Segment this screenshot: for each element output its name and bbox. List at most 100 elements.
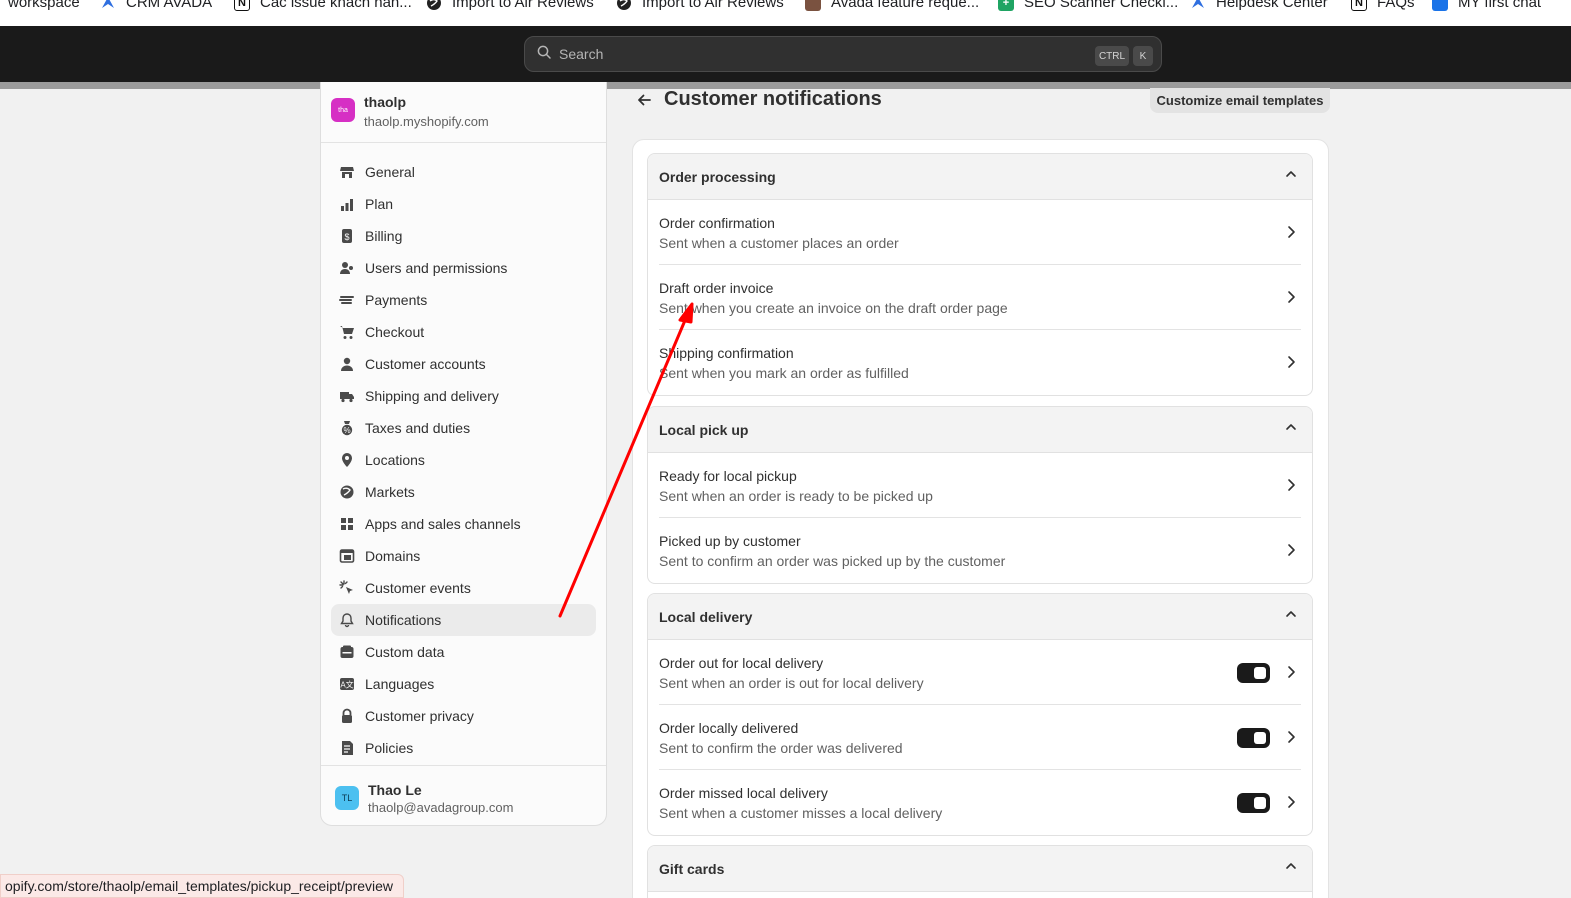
store-switcher[interactable]: tha thaolp thaolp.myshopify.com <box>331 94 489 129</box>
nav-item-notifications[interactable]: Notifications <box>331 604 596 636</box>
notification-row[interactable]: Order locally delivered Sent to confirm … <box>659 705 1301 770</box>
nav-item-label: Custom data <box>365 644 445 660</box>
chevron-up-icon[interactable] <box>1284 420 1298 439</box>
nav-item-label: Customer privacy <box>365 708 474 724</box>
notification-row[interactable]: Order out for local delivery Sent when a… <box>659 640 1301 705</box>
nav-item-label: Locations <box>365 452 425 468</box>
customize-email-templates-button[interactable]: Customize email templates <box>1150 88 1330 113</box>
nav-item-label: Checkout <box>365 324 425 340</box>
bookmark-notion-issues[interactable]: N Các issue khách hàn... <box>234 0 412 11</box>
chevron-right-icon[interactable] <box>1283 794 1299 810</box>
nav-item-label: Languages <box>365 676 435 692</box>
bookmark-avada-feature-request[interactable]: Avada feature reque... <box>805 0 979 11</box>
bookmark-label: Import to Air Reviews <box>452 0 594 11</box>
notification-title: Order confirmation <box>659 215 775 231</box>
nav-item-taxes-and-duties[interactable]: % Taxes and duties <box>331 412 596 444</box>
notification-row[interactable]: Draft order invoice Sent when you create… <box>659 265 1301 330</box>
chevron-right-icon[interactable] <box>1283 224 1299 240</box>
section-header[interactable]: Local pick up <box>648 407 1312 453</box>
chevron-up-icon[interactable] <box>1284 167 1298 186</box>
nav-item-label: Billing <box>365 228 403 244</box>
nav-item-policies[interactable]: Policies <box>331 732 596 764</box>
nav-item-users-and-permissions[interactable]: Users and permissions <box>331 252 596 284</box>
chevron-right-icon[interactable] <box>1283 729 1299 745</box>
globe-icon <box>339 484 355 500</box>
bookmark-crm-avada[interactable]: CRM AVADA <box>100 0 212 11</box>
nav-item-languages[interactable]: A文 Languages <box>331 668 596 700</box>
notification-row[interactable]: Ready for local pickup Sent when an orde… <box>659 453 1301 518</box>
notion-icon: N <box>234 0 250 11</box>
section-header[interactable]: Local delivery <box>648 594 1312 640</box>
notification-description: Sent to confirm the order was delivered <box>659 740 903 756</box>
notification-row[interactable]: Picked up by customer Sent to confirm an… <box>659 518 1301 583</box>
store-avatar: tha <box>331 98 355 122</box>
enable-toggle[interactable] <box>1237 728 1270 748</box>
nav-item-label: Customer events <box>365 580 471 596</box>
nav-item-locations[interactable]: Locations <box>331 444 596 476</box>
admin-topbar: Search CTRL K <box>0 26 1571 82</box>
enable-toggle[interactable] <box>1237 663 1270 683</box>
bookmark-label: SEO Scanner Checkl... <box>1024 0 1179 11</box>
section-header[interactable]: Gift cards <box>648 846 1312 892</box>
bookmark-import-air-reviews[interactable]: Import to Air Reviews <box>426 0 594 11</box>
avatar: TL <box>335 786 359 810</box>
section-title: Order processing <box>659 168 776 185</box>
nav-item-general[interactable]: General <box>331 156 596 188</box>
bookmark-label: Import to Air Reviews <box>642 0 784 11</box>
bookmarks-bar: workspace CRM AVADA N Các issue khách hà… <box>0 0 1571 26</box>
nav-item-payments[interactable]: Payments <box>331 284 596 316</box>
nav-item-markets[interactable]: Markets <box>331 476 596 508</box>
bookmark-import-air-reviews-2[interactable]: Import to Air Reviews <box>616 0 784 11</box>
notion-icon: N <box>1351 0 1367 11</box>
section-header[interactable]: Order processing <box>648 154 1312 200</box>
bookmark-faqs[interactable]: N FAQs <box>1351 0 1415 11</box>
cart-icon <box>339 324 355 340</box>
bookmark-label: Helpdesk Center <box>1216 0 1328 11</box>
enable-toggle[interactable] <box>1237 793 1270 813</box>
nav-item-checkout[interactable]: Checkout <box>331 316 596 348</box>
nav-item-apps-and-sales-channels[interactable]: Apps and sales channels <box>331 508 596 540</box>
bookmark-seo-scanner[interactable]: + SEO Scanner Checkl... <box>998 0 1178 11</box>
nav-item-billing[interactable]: $ Billing <box>331 220 596 252</box>
notification-title: Draft order invoice <box>659 280 774 296</box>
globe-icon <box>616 0 632 11</box>
divider <box>321 142 606 143</box>
nav-item-label: Users and permissions <box>365 260 508 276</box>
truck-icon <box>339 388 355 404</box>
notification-row[interactable]: Order missed local delivery Sent when a … <box>659 770 1301 835</box>
bookmark-my-first-chat[interactable]: MY first chat <box>1432 0 1541 11</box>
chevron-up-icon[interactable] <box>1284 859 1298 878</box>
payments-icon <box>339 292 355 308</box>
search-input[interactable]: Search CTRL K <box>524 36 1162 72</box>
bookmark-workspace[interactable]: workspace <box>8 0 80 11</box>
nav-item-label: Shipping and delivery <box>365 388 499 404</box>
nav-item-customer-events[interactable]: Customer events <box>331 572 596 604</box>
policy-icon <box>339 740 355 756</box>
bookmark-helpdesk-center[interactable]: Helpdesk Center <box>1190 0 1328 11</box>
photo-icon <box>805 0 821 11</box>
back-arrow-icon[interactable] <box>636 91 654 109</box>
user-profile[interactable]: TL Thao Le thaolp@avadagroup.com <box>335 782 513 815</box>
notification-row[interactable]: Shipping confirmation Sent when you mark… <box>659 330 1301 395</box>
nav-item-plan[interactable]: Plan <box>331 188 596 220</box>
nav-item-shipping-and-delivery[interactable]: Shipping and delivery <box>331 380 596 412</box>
nav-item-custom-data[interactable]: Custom data <box>331 636 596 668</box>
chevron-right-icon[interactable] <box>1283 477 1299 493</box>
nav-item-domains[interactable]: Domains <box>331 540 596 572</box>
chevron-right-icon[interactable] <box>1283 354 1299 370</box>
store-icon <box>339 164 355 180</box>
chevron-right-icon[interactable] <box>1283 289 1299 305</box>
notification-title: Order locally delivered <box>659 720 799 736</box>
chevron-right-icon[interactable] <box>1283 664 1299 680</box>
person-icon <box>339 356 355 372</box>
bookmark-label: workspace <box>8 0 80 11</box>
nav-item-customer-privacy[interactable]: Customer privacy <box>331 700 596 732</box>
nav-item-label: Policies <box>365 740 414 756</box>
chevron-up-icon[interactable] <box>1284 607 1298 626</box>
nav-item-customer-accounts[interactable]: Customer accounts <box>331 348 596 380</box>
search-placeholder: Search <box>559 46 604 62</box>
nav-item-label: Apps and sales channels <box>365 516 521 532</box>
avada-icon <box>100 0 116 11</box>
notification-row[interactable]: Order confirmation Sent when a customer … <box>659 200 1301 265</box>
chevron-right-icon[interactable] <box>1283 542 1299 558</box>
